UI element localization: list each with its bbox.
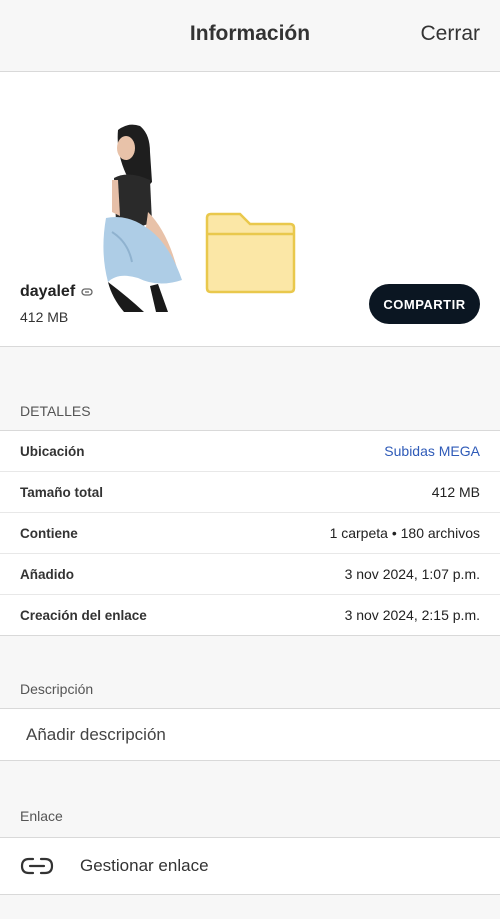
detail-value: 3 nov 2024, 1:07 p.m. [344,566,480,582]
details-heading: DETALLES [20,403,91,419]
location-link[interactable]: Subidas MEGA [384,443,480,459]
description-input[interactable]: Añadir descripción [0,708,500,761]
detail-label: Creación del enlace [20,607,147,623]
detail-label: Tamaño total [20,484,104,500]
chain-link-icon [0,856,80,876]
details-list: Ubicación Subidas MEGA Tamaño total 412 … [0,430,500,636]
top-bar: Información Cerrar [0,0,500,72]
detail-row-total-size: Tamaño total 412 MB [0,472,500,513]
folder-icon [205,212,296,294]
link-icon [81,288,93,296]
description-heading: Descripción [20,681,94,697]
thumbnail-image [103,124,182,312]
file-name: dayalef [20,283,93,301]
manage-link-button[interactable]: Gestionar enlace [0,837,500,895]
manage-link-label: Gestionar enlace [80,856,209,875]
detail-value: 1 carpeta • 180 archivos [329,525,480,541]
file-name-text: dayalef [20,283,76,300]
detail-row-contains: Contiene 1 carpeta • 180 archivos [0,513,500,554]
link-heading: Enlace [20,808,63,824]
detail-label: Contiene [20,525,78,541]
detail-value: 412 MB [431,484,480,500]
detail-row-link-created: Creación del enlace 3 nov 2024, 2:15 p.m… [0,595,500,635]
close-button[interactable]: Cerrar [420,22,480,46]
detail-label: Añadido [20,566,74,582]
file-size: 412 MB [20,309,69,325]
detail-row-added: Añadido 3 nov 2024, 1:07 p.m. [0,554,500,595]
detail-row-location: Ubicación Subidas MEGA [0,431,500,472]
detail-value: 3 nov 2024, 2:15 p.m. [344,607,480,623]
share-button[interactable]: COMPARTIR [369,284,480,324]
detail-label: Ubicación [20,443,85,459]
file-preview-card: dayalef 412 MB COMPARTIR [0,72,500,347]
